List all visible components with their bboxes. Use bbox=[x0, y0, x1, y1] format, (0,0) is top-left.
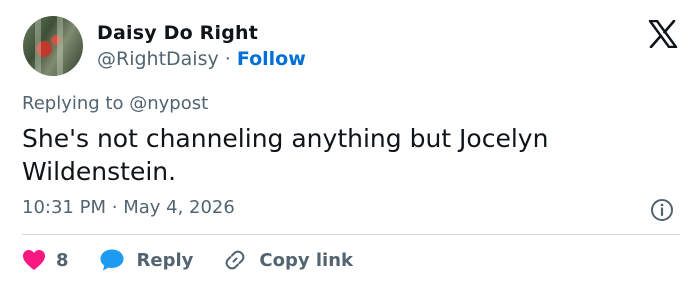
divider bbox=[22, 234, 680, 235]
tweet-timestamp[interactable]: 10:31 PM · May 4, 2026 bbox=[22, 197, 235, 218]
avatar-detail bbox=[35, 16, 41, 76]
x-logo-icon[interactable] bbox=[648, 20, 678, 48]
author-handle[interactable]: @RightDaisy bbox=[97, 48, 219, 70]
replying-prefix: Replying to bbox=[22, 93, 124, 114]
heart-icon bbox=[23, 250, 45, 270]
reply-label: Reply bbox=[136, 249, 194, 271]
handle-separator: · bbox=[224, 48, 231, 70]
like-count: 8 bbox=[56, 249, 69, 271]
copy-link-label: Copy link bbox=[259, 249, 353, 271]
avatar-detail bbox=[57, 16, 63, 76]
link-icon bbox=[225, 250, 245, 270]
info-icon[interactable] bbox=[650, 198, 674, 222]
author-handle-line: @RightDaisy · Follow bbox=[97, 48, 306, 70]
author-name[interactable]: Daisy Do Right bbox=[97, 22, 258, 44]
tweet-time: 10:31 PM bbox=[22, 197, 106, 218]
action-bar: 8 Reply Copy link bbox=[22, 246, 353, 274]
date-separator: · bbox=[111, 197, 118, 218]
replying-to: Replying to @nypost bbox=[22, 93, 208, 114]
follow-link[interactable]: Follow bbox=[237, 48, 306, 70]
like-button[interactable]: 8 bbox=[22, 249, 69, 271]
avatar[interactable] bbox=[23, 16, 83, 76]
copy-link-button[interactable]: Copy link bbox=[223, 248, 353, 272]
tweet-text: She's not channeling anything but Jocely… bbox=[22, 124, 549, 186]
reply-bubble-icon bbox=[100, 249, 124, 271]
tweet-date: May 4, 2026 bbox=[123, 197, 235, 218]
replying-mention[interactable]: @nypost bbox=[129, 93, 208, 114]
reply-button[interactable]: Reply bbox=[99, 248, 194, 272]
tweet-card: Daisy Do Right @RightDaisy · Follow Repl… bbox=[0, 0, 700, 287]
